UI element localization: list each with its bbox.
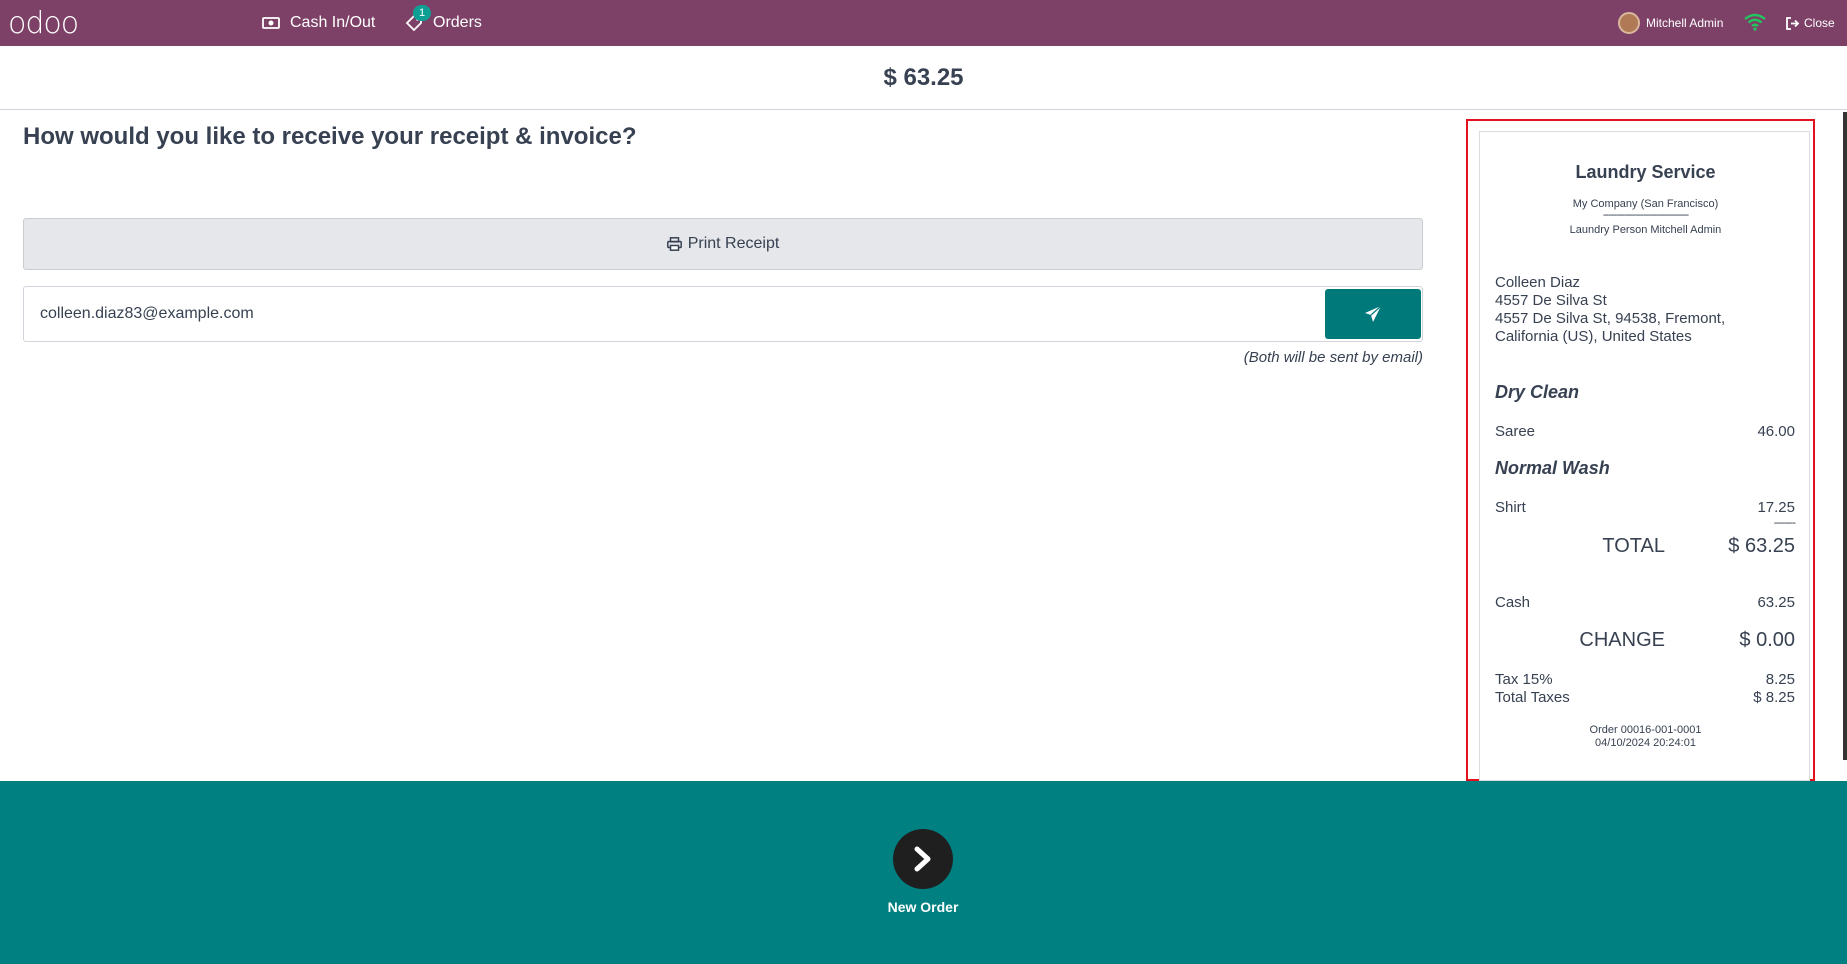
chevron-right-icon	[914, 846, 931, 872]
payment-amount: 63.25	[1757, 594, 1795, 611]
receipt-category-dry-clean: Dry Clean	[1495, 382, 1580, 402]
total-taxes-label: Total Taxes	[1495, 689, 1570, 706]
customer-name: Colleen Diaz	[1495, 274, 1581, 291]
total-label: TOTAL	[1602, 535, 1665, 557]
receipt-category-normal-wash: Normal Wash	[1495, 458, 1610, 478]
address-line-2: 4557 De Silva St, 94538, Fremont,	[1495, 310, 1726, 327]
item-price: 46.00	[1757, 423, 1795, 440]
receipt-order-info: Order 00016-001-0001 04/10/2024 20:24:01	[1480, 724, 1811, 750]
orders-label: Orders	[433, 14, 482, 31]
item-price: 17.25	[1757, 499, 1795, 516]
top-navbar: odoo Cash In/Out 1 Orders Mitchell Admin	[0, 0, 1847, 46]
email-input[interactable]	[40, 287, 1320, 341]
orders-button[interactable]: 1 Orders	[405, 0, 482, 46]
print-receipt-label: Print Receipt	[687, 235, 780, 252]
avatar	[1618, 12, 1640, 34]
change-value: $ 0.00	[1739, 629, 1795, 651]
item-name: Saree	[1495, 423, 1536, 440]
receipt-scrollbar[interactable]	[1843, 112, 1847, 760]
orders-tag-icon: 1	[405, 5, 432, 32]
address-line-3: California (US), United States	[1495, 328, 1692, 345]
order-datetime: 04/10/2024 20:24:01	[1595, 737, 1696, 749]
amount-header: $ 63.25	[0, 46, 1847, 110]
cash-in-out-button[interactable]: Cash In/Out	[262, 0, 375, 46]
receipt-title: Laundry Service	[1575, 162, 1716, 182]
receipt-line-shirt: Shirt 17.25	[1495, 499, 1795, 516]
receipt-change: CHANGE $ 0.00	[1495, 629, 1795, 652]
change-label: CHANGE	[1579, 629, 1665, 651]
print-icon	[666, 237, 682, 251]
cash-in-out-label: Cash In/Out	[290, 14, 376, 31]
total-value: $ 63.25	[1728, 535, 1795, 557]
print-receipt-button[interactable]: Print Receipt	[23, 218, 1423, 270]
receipt-customer-address: Colleen Diaz 4557 De Silva St 4557 De Si…	[1495, 274, 1795, 346]
receipt-payment-line: Cash 63.25	[1495, 594, 1795, 611]
receipt-question-heading: How would you like to receive your recei…	[23, 123, 637, 150]
total-taxes-line: Total Taxes $ 8.25	[1495, 689, 1795, 707]
send-email-button[interactable]	[1325, 289, 1421, 339]
close-button[interactable]: Close	[1786, 0, 1835, 46]
sign-out-icon	[1786, 16, 1800, 30]
new-order-button[interactable]	[893, 829, 953, 889]
paper-plane-icon	[1365, 305, 1382, 322]
user-name: Mitchell Admin	[1646, 16, 1724, 30]
email-form	[23, 286, 1423, 342]
order-reference: Order 00016-001-0001	[1589, 724, 1702, 736]
tax-value: 8.25	[1765, 671, 1795, 688]
odoo-logo[interactable]: odoo	[8, 6, 79, 41]
total-taxes-value: $ 8.25	[1753, 689, 1795, 706]
orders-count-badge: 1	[413, 5, 432, 21]
bottom-action-bar: New Order	[0, 781, 1847, 964]
address-line-1: 4557 De Silva St	[1495, 292, 1607, 309]
receipt-taxes: Tax 15% 8.25 Total Taxes $ 8.25	[1495, 671, 1795, 707]
receipt-divider: --------------------------------	[1602, 209, 1689, 221]
tax-label: Tax 15%	[1495, 671, 1553, 688]
receipt-total: TOTAL $ 63.25	[1495, 535, 1795, 558]
close-label: Close	[1804, 16, 1835, 30]
receipt-line-saree: Saree 46.00	[1495, 423, 1795, 440]
receipt-total-separator: --------	[1773, 517, 1796, 529]
receipt-served-by: Laundry Person Mitchell Admin	[1569, 224, 1722, 236]
wifi-icon	[1744, 13, 1766, 31]
email-note: (Both will be sent by email)	[1243, 349, 1423, 366]
order-total-amount: $ 63.25	[883, 63, 964, 91]
payment-method: Cash	[1495, 594, 1531, 611]
cash-icon	[262, 17, 280, 29]
tax-line: Tax 15% 8.25	[1495, 671, 1795, 689]
new-order-label[interactable]: New Order	[823, 899, 1023, 915]
user-menu[interactable]: Mitchell Admin	[1618, 0, 1723, 46]
item-name: Shirt	[1495, 499, 1526, 516]
receipt-preview: Laundry Service My Company (San Francisc…	[1479, 131, 1810, 781]
